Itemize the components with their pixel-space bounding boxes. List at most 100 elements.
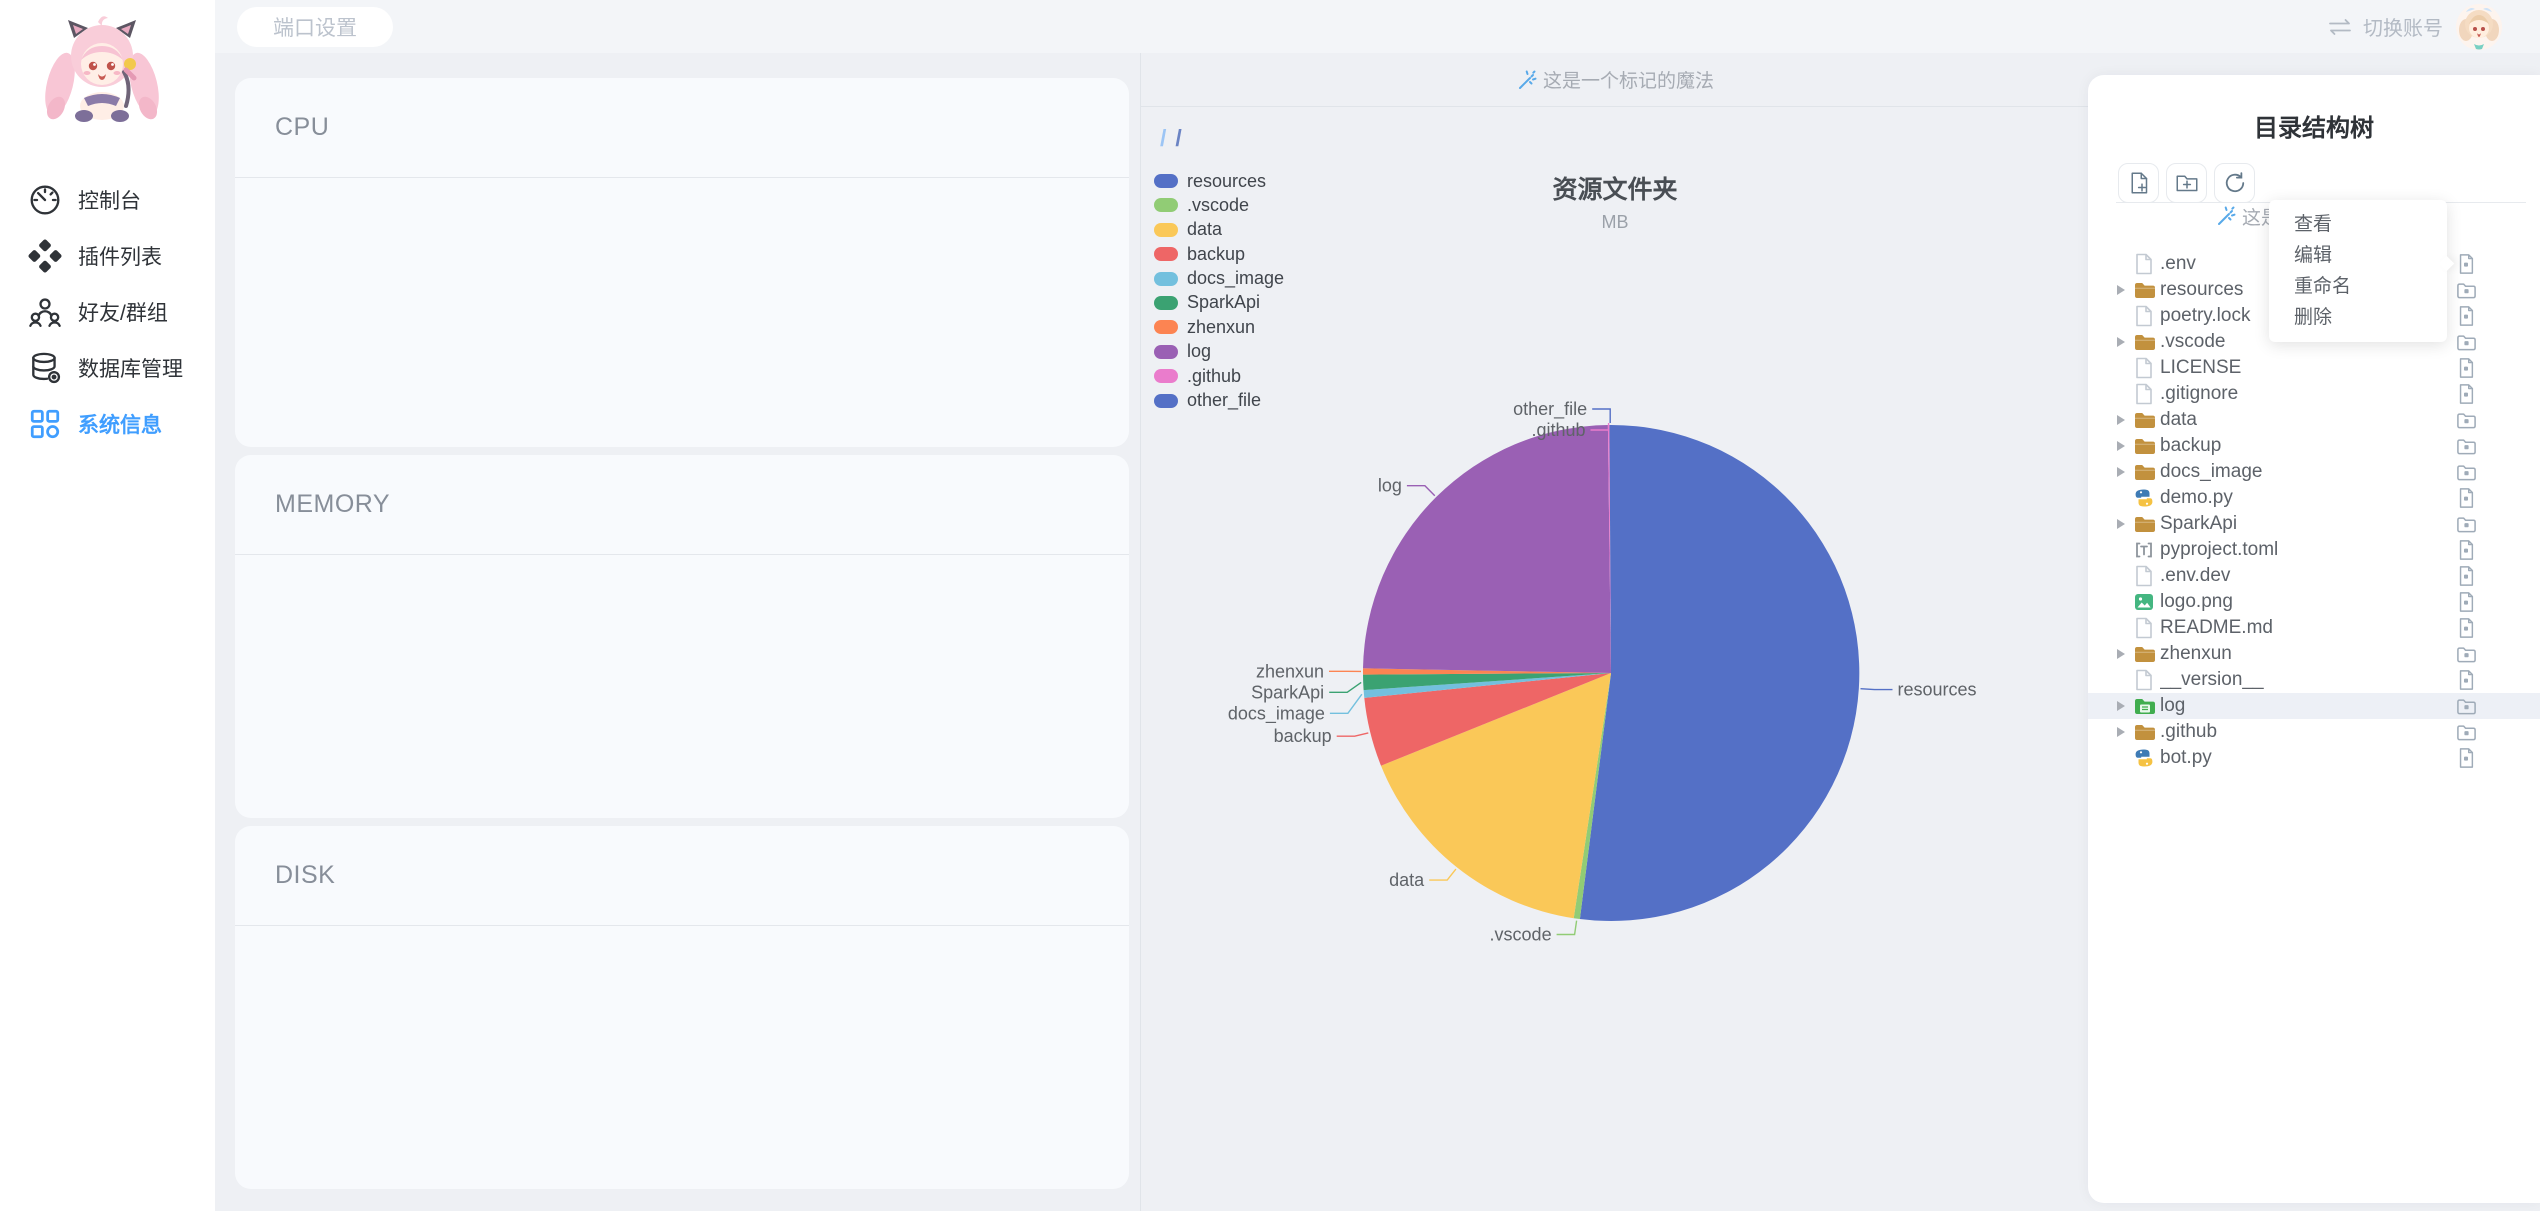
tree-item-label: LICENSE [2160,357,2242,378]
badge-folder-icon[interactable] [2456,411,2478,430]
badge-folder-icon[interactable] [2456,697,2478,716]
sidebar-item-friends-groups[interactable]: 好友/群组 [0,284,215,340]
legend-item-backup[interactable]: backup [1154,242,1284,266]
badge-file-icon[interactable] [2456,591,2478,613]
disk-card-title: DISK [235,826,1129,926]
tree-item-__version__[interactable]: __version__ [2088,667,2540,693]
legend-item-resources[interactable]: resources [1154,169,1284,193]
badge-file-icon[interactable] [2456,669,2478,691]
sidebar-item-plugins[interactable]: 插件列表 [0,228,215,284]
context-menu-item-1[interactable]: 编辑 [2269,240,2447,271]
switch-account[interactable]: 切换账号 [2327,12,2443,41]
badge-folder-icon[interactable] [2456,281,2478,300]
magic-note-text: 这是一个标记的魔法 [1542,71,1714,92]
pie-slice-log[interactable] [1363,425,1611,673]
tree-item-SparkApi[interactable]: SparkApi [2088,511,2540,537]
legend-marker [1154,369,1178,384]
caret-right-icon[interactable] [2116,518,2134,530]
tree-item-backup[interactable]: backup [2088,433,2540,459]
port-settings-button[interactable]: 端口设置 [237,6,393,47]
caret-right-icon[interactable] [2116,648,2134,660]
context-menu-item-2[interactable]: 重命名 [2269,271,2447,302]
legend-marker [1154,344,1178,359]
badge-folder-icon[interactable] [2456,645,2478,664]
user-avatar[interactable] [2456,3,2502,50]
context-menu-item-0[interactable]: 查看 [2269,209,2447,240]
pie-slice-resources[interactable] [1579,424,1860,921]
badge-folder-icon[interactable] [2456,333,2478,352]
badge-file-icon[interactable] [2456,253,2478,275]
caret-right-icon[interactable] [2116,414,2134,426]
tree-item-demo.py[interactable]: demo.py [2088,485,2540,511]
legend-item-.vscode[interactable]: .vscode [1154,193,1284,217]
tree-item-label: bot.py [2160,747,2212,768]
badge-folder-icon[interactable] [2456,463,2478,482]
new-file-button[interactable] [2118,163,2159,203]
refresh-button[interactable] [2214,163,2255,203]
legend-item-log[interactable]: log [1154,340,1284,364]
sidebar-item-label: 好友/群组 [78,302,168,325]
swap-icon [2327,18,2353,36]
badge-file-icon[interactable] [2456,357,2478,379]
sidebar-item-label: 控制台 [78,190,141,213]
pie-label-zhenxun: zhenxun [1256,661,1324,681]
tree-item-LICENSE[interactable]: LICENSE [2088,355,2540,381]
switch-account-label: 切换账号 [2363,18,2443,40]
topbar: 端口设置 切换账号 [215,0,2540,53]
tree-item-logo.png[interactable]: logo.png [2088,589,2540,615]
legend-item-zhenxun[interactable]: zhenxun [1154,315,1284,339]
caret-right-icon[interactable] [2116,700,2134,712]
folder-icon [2134,513,2160,535]
badge-file-icon[interactable] [2456,383,2478,405]
tree-item-bot.py[interactable]: bot.py [2088,745,2540,771]
tree-item-zhenxun[interactable]: zhenxun [2088,641,2540,667]
new-folder-button[interactable] [2166,163,2207,203]
caret-right-icon[interactable] [2116,466,2134,478]
pie-label-log: log [1378,476,1402,496]
legend-marker [1154,393,1178,408]
caret-right-icon[interactable] [2116,726,2134,738]
tree-item-label: data [2160,409,2197,430]
legend-marker [1154,247,1178,262]
chart-legend: resources .vscode data backup docs_image Spar… [1154,169,1284,413]
badge-file-icon[interactable] [2456,747,2478,769]
memory-card-title: MEMORY [235,455,1129,555]
badge-file-icon[interactable] [2456,617,2478,639]
legend-label: log [1187,341,1212,362]
directory-tree-panel: 目录结构树 这是一个标记的魔法 .envresourcespoetry.lock… [2088,75,2540,1203]
tree-item-.env.dev[interactable]: .env.dev [2088,563,2540,589]
pie-label-.github: .github [1531,420,1585,440]
tree-item-.gitignore[interactable]: .gitignore [2088,381,2540,407]
badge-folder-icon[interactable] [2456,437,2478,456]
tree-item-docs_image[interactable]: docs_image [2088,459,2540,485]
badge-file-icon[interactable] [2456,565,2478,587]
context-menu-item-3[interactable]: 删除 [2269,302,2447,333]
tree-item-data[interactable]: data [2088,407,2540,433]
new-folder-icon [2175,171,2199,195]
caret-right-icon[interactable] [2116,284,2134,296]
badge-folder-icon[interactable] [2456,723,2478,742]
database-icon [27,350,63,386]
tree-item-.github[interactable]: .github [2088,719,2540,745]
legend-item-SparkApi[interactable]: SparkApi [1154,291,1284,315]
sidebar-item-database[interactable]: 数据库管理 [0,340,215,396]
badge-file-icon[interactable] [2456,487,2478,509]
sidebar-item-console[interactable]: 控制台 [0,172,215,228]
context-menu: 查看 编辑 重命名 删除 [2269,200,2455,342]
caret-right-icon[interactable] [2116,336,2134,348]
tree-item-README.md[interactable]: README.md [2088,615,2540,641]
badge-folder-icon[interactable] [2456,515,2478,534]
pie-label-line [1556,920,1578,936]
caret-right-icon[interactable] [2116,440,2134,452]
legend-item-.github[interactable]: .github [1154,364,1284,388]
tree-item-label: README.md [2160,617,2273,638]
tree-item-log[interactable]: log [2088,693,2540,719]
legend-item-docs_image[interactable]: docs_image [1154,267,1284,291]
legend-item-other_file[interactable]: other_file [1154,389,1284,413]
sidebar-item-system-info[interactable]: 系统信息 [0,396,215,452]
legend-item-data[interactable]: data [1154,218,1284,242]
badge-file-icon[interactable] [2456,305,2478,327]
tree-item-pyproject.toml[interactable]: pyproject.toml [2088,537,2540,563]
tree-item-label: __version__ [2160,669,2264,690]
badge-file-icon[interactable] [2456,539,2478,561]
